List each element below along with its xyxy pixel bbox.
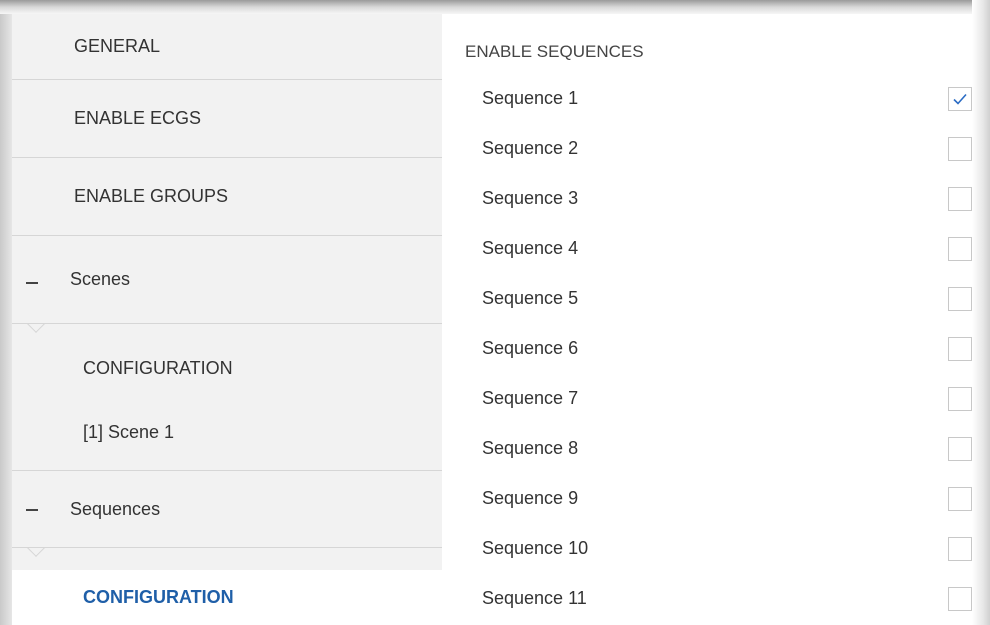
sidebar-item-general[interactable]: GENERAL [12,14,442,80]
sidebar-subitem-scenes-configuration[interactable]: CONFIGURATION [12,344,442,392]
sidebar-group-sequences[interactable]: Sequences [12,470,442,548]
sequence-row: Sequence 9 [442,475,972,525]
expand-notch-icon [26,324,46,334]
sequence-row: Sequence 7 [442,375,972,425]
sequence-label: Sequence 7 [482,388,579,408]
sequence-row: Sequence 8 [442,425,972,475]
collapse-icon[interactable] [26,509,38,511]
sequence-checkbox[interactable] [948,187,972,211]
sequence-row: Sequence 3 [442,175,972,225]
sequence-row: Sequence 4 [442,225,972,275]
sidebar-item-label: ENABLE GROUPS [74,186,229,206]
sequence-checkbox[interactable] [948,537,972,561]
sequence-checkbox[interactable] [948,87,972,111]
sequence-label: Sequence 11 [482,588,587,608]
sequence-checkbox[interactable] [948,587,972,611]
right-shadow [972,0,990,625]
sidebar-subitem-label: [1] Scene 1 [83,421,175,442]
sequence-checkbox[interactable] [948,237,972,261]
sidebar-group-label: Scenes [70,269,131,289]
sequence-row: Sequence 5 [442,275,972,325]
sequence-row: Sequence 11 [442,575,972,625]
sidebar-item-enable-groups[interactable]: ENABLE GROUPS [12,158,442,236]
sequence-label: Sequence 9 [482,488,579,508]
sequence-checkbox[interactable] [948,437,972,461]
sequence-label: Sequence 5 [482,288,579,308]
checkmark-icon [953,93,967,105]
expand-notch-icon [26,548,46,558]
section-title: ENABLE SEQUENCES [465,42,644,61]
sidebar-subitem-scene-1[interactable]: [1] Scene 1 [12,408,442,456]
sidebar-subitem-sequences-configuration[interactable]: CONFIGURATION [12,570,442,625]
sequence-checkbox[interactable] [948,137,972,161]
collapse-icon[interactable] [26,282,38,284]
sequence-label: Sequence 8 [482,438,579,458]
sidebar: GENERAL ENABLE ECGS ENABLE GROUPS Scenes… [12,14,442,625]
sequence-checkbox[interactable] [948,487,972,511]
sequence-label: Sequence 1 [482,88,579,108]
sequence-label: Sequence 3 [482,188,579,208]
sequence-row: Sequence 6 [442,325,972,375]
sequence-checkbox[interactable] [948,287,972,311]
sequence-label: Sequence 2 [482,138,579,158]
sequence-label: Sequence 10 [482,538,589,558]
sidebar-subitem-label: CONFIGURATION [83,587,234,607]
sequence-label: Sequence 6 [482,338,579,358]
sequence-checkbox[interactable] [948,387,972,411]
main-panel: ENABLE SEQUENCES Sequence 1 Sequence 2 Seq… [442,14,972,625]
sidebar-subitem-label: CONFIGURATION [83,357,233,378]
sequence-label: Sequence 4 [482,238,579,258]
sidebar-item-enable-ecgs[interactable]: ENABLE ECGS [12,80,442,158]
sequence-checkbox[interactable] [948,337,972,361]
sequence-row: Sequence 2 [442,125,972,175]
left-border [0,14,12,625]
sidebar-group-scenes[interactable]: Scenes [12,236,442,324]
sequence-row: Sequence 1 [442,75,972,125]
sidebar-item-label: GENERAL [74,36,161,56]
sidebar-item-label: ENABLE ECGS [74,108,202,128]
window: GENERAL ENABLE ECGS ENABLE GROUPS Scenes… [0,0,990,625]
sequence-row: Sequence 10 [442,525,972,575]
